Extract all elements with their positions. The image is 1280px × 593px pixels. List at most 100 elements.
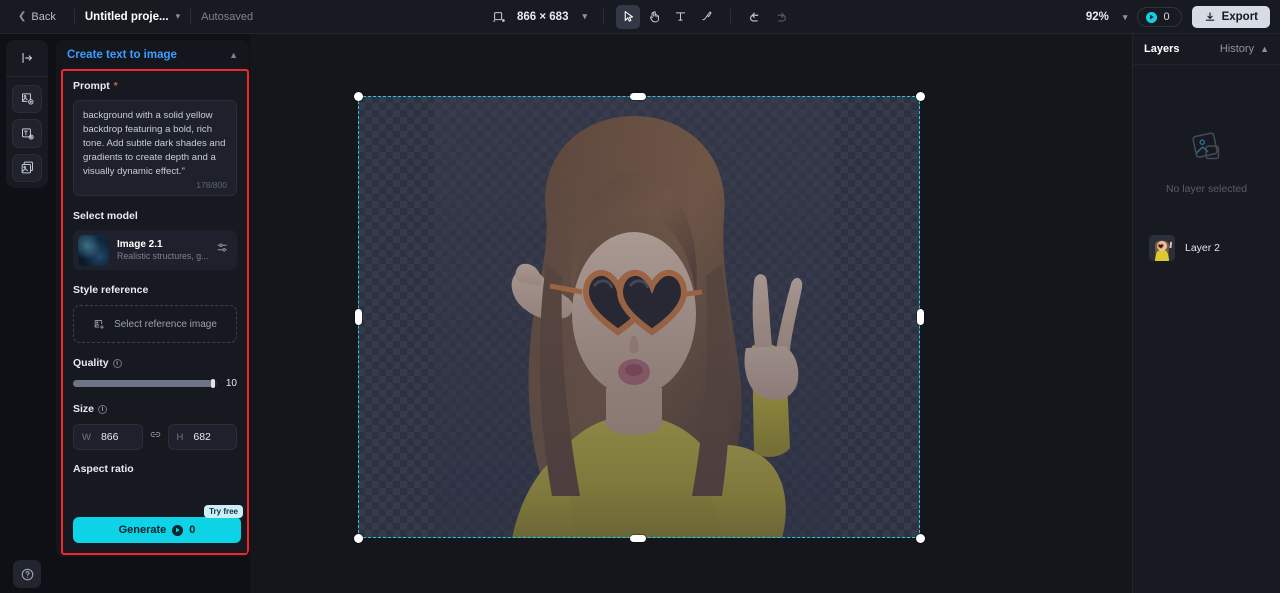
quality-value: 10 — [225, 378, 237, 389]
image-generate-icon[interactable] — [12, 84, 42, 114]
zoom-level-value: 92% — [1085, 11, 1109, 23]
panel-title: Create text to image — [67, 48, 177, 61]
select-model-label: Select model — [73, 210, 237, 222]
image-tint — [434, 96, 834, 538]
chevron-down-icon: ▾ — [582, 11, 588, 21]
create-image-panel: Create text to image ▲ Prompt * backgrou… — [56, 40, 249, 557]
size-label: Size i — [73, 403, 237, 415]
style-reference-dropzone-label: Select reference image — [114, 318, 217, 330]
chevron-up-icon: ▲ — [1260, 44, 1269, 54]
style-reference-dropzone[interactable]: Select reference image — [73, 305, 237, 343]
right-panel-tabs: Layers History ▲ — [1133, 34, 1280, 65]
model-meta: Image 2.1 Realistic structures, g... — [117, 239, 208, 261]
help-button[interactable] — [13, 560, 41, 588]
back-button-label: Back — [31, 10, 56, 23]
coin-icon — [1146, 11, 1158, 23]
redo-button[interactable] — [769, 5, 793, 29]
info-icon[interactable]: i — [98, 404, 108, 414]
prompt-input[interactable]: background with a solid yellow backdrop … — [73, 100, 237, 196]
handle-bottom-right[interactable] — [915, 533, 925, 543]
project-name[interactable]: Untitled proje... — [85, 11, 169, 23]
canvas-area[interactable] — [250, 34, 1132, 593]
layer-thumbnail-image — [1149, 235, 1175, 261]
handle-bottom-left[interactable] — [353, 533, 363, 543]
export-button[interactable]: Export — [1191, 6, 1270, 28]
left-tool-rail — [6, 40, 48, 188]
canvas-size-value: 866 × 683 — [516, 10, 569, 23]
panel-header: Create text to image ▲ — [56, 40, 249, 69]
download-icon — [1205, 12, 1214, 21]
select-model-label-text: Select model — [73, 210, 138, 222]
quality-label-text: Quality — [73, 357, 109, 369]
layers-empty-state: No layer selected — [1133, 127, 1280, 195]
handle-middle-left[interactable] — [354, 309, 362, 325]
app-root: ❮ Back Untitled proje... ▾ Autosaved 866… — [0, 0, 1280, 593]
credits-count: 0 — [1163, 11, 1170, 23]
try-free-badge: Try free — [204, 505, 243, 518]
quality-slider-knob[interactable] — [211, 379, 215, 388]
width-input[interactable]: W 866 — [73, 424, 143, 450]
brush-tool[interactable] — [694, 5, 718, 29]
prompt-label-text: Prompt — [73, 80, 110, 92]
tab-history[interactable]: History ▲ — [1220, 43, 1269, 55]
text-tool[interactable] — [668, 5, 692, 29]
chevron-up-icon[interactable]: ▲ — [229, 50, 238, 60]
layer-thumbnail — [1149, 235, 1175, 261]
prompt-label: Prompt * — [73, 80, 237, 92]
quality-label: Quality i — [73, 357, 237, 369]
undo-button[interactable] — [743, 5, 767, 29]
zoom-control[interactable]: 92% ▾ — [1086, 11, 1128, 23]
tab-layers[interactable]: Layers — [1144, 43, 1179, 55]
chevron-down-icon[interactable]: ▾ — [176, 11, 181, 22]
export-button-label: Export — [1221, 11, 1258, 23]
artboard[interactable] — [358, 96, 920, 538]
tab-history-label: History — [1219, 43, 1255, 55]
resize-canvas-icon[interactable] — [487, 5, 511, 29]
topbar-right-group: 92% ▾ 0 Export — [1086, 0, 1270, 34]
generate-button-label: Generate — [118, 524, 167, 536]
handle-top-left[interactable] — [353, 91, 363, 101]
model-thumbnail — [78, 234, 109, 266]
width-value: 866 — [100, 431, 119, 443]
layer-list-item[interactable]: Layer 2 — [1143, 229, 1270, 267]
style-reference-label-text: Style reference — [73, 284, 149, 296]
handle-middle-right[interactable] — [916, 309, 924, 325]
topbar-left-group: ❮ Back Untitled proje... ▾ Autosaved — [0, 0, 253, 34]
credits-badge[interactable]: 0 — [1137, 7, 1182, 27]
prompt-text-value: background with a solid yellow backdrop … — [83, 110, 226, 177]
layers-duplicate-icon[interactable] — [12, 153, 42, 182]
model-settings-icon[interactable] — [216, 241, 229, 259]
prompt-character-counter: 178/800 — [196, 180, 227, 190]
generate-button[interactable]: Generate 0 — [73, 517, 241, 543]
handle-bottom-center[interactable] — [630, 534, 646, 542]
info-icon[interactable]: i — [112, 358, 122, 368]
layer-name: Layer 2 — [1185, 242, 1221, 254]
quality-slider-row: 10 — [73, 378, 237, 389]
autosave-status: Autosaved — [201, 10, 254, 23]
empty-state-text: No layer selected — [1165, 183, 1248, 195]
chevron-left-icon: ❮ — [18, 10, 27, 22]
help-circle-icon — [21, 568, 33, 580]
required-asterisk: * — [113, 80, 118, 92]
top-toolbar: ❮ Back Untitled proje... ▾ Autosaved 866… — [0, 0, 1280, 34]
divider — [73, 8, 75, 25]
width-key: W — [82, 431, 91, 443]
quality-slider[interactable] — [73, 379, 217, 388]
height-key: H — [176, 431, 184, 443]
height-value: 682 — [193, 431, 211, 443]
aspect-lock-icon[interactable] — [149, 428, 162, 446]
style-reference-label: Style reference — [73, 284, 237, 296]
canvas-size-display[interactable]: 866 × 683 ▾ — [513, 11, 591, 23]
select-tool[interactable] — [616, 4, 641, 29]
add-image-icon — [94, 319, 104, 329]
panel-expand-icon[interactable] — [13, 46, 41, 71]
handle-top-center[interactable] — [630, 92, 646, 100]
back-button[interactable]: ❮ Back — [10, 7, 64, 27]
height-input[interactable]: H 682 — [167, 424, 237, 450]
coin-icon — [172, 524, 184, 536]
text-to-image-icon[interactable] — [12, 119, 42, 148]
handle-top-right[interactable] — [915, 91, 925, 101]
divider — [6, 75, 48, 77]
model-card[interactable]: Image 2.1 Realistic structures, g... — [73, 230, 237, 270]
hand-tool[interactable] — [642, 5, 666, 29]
